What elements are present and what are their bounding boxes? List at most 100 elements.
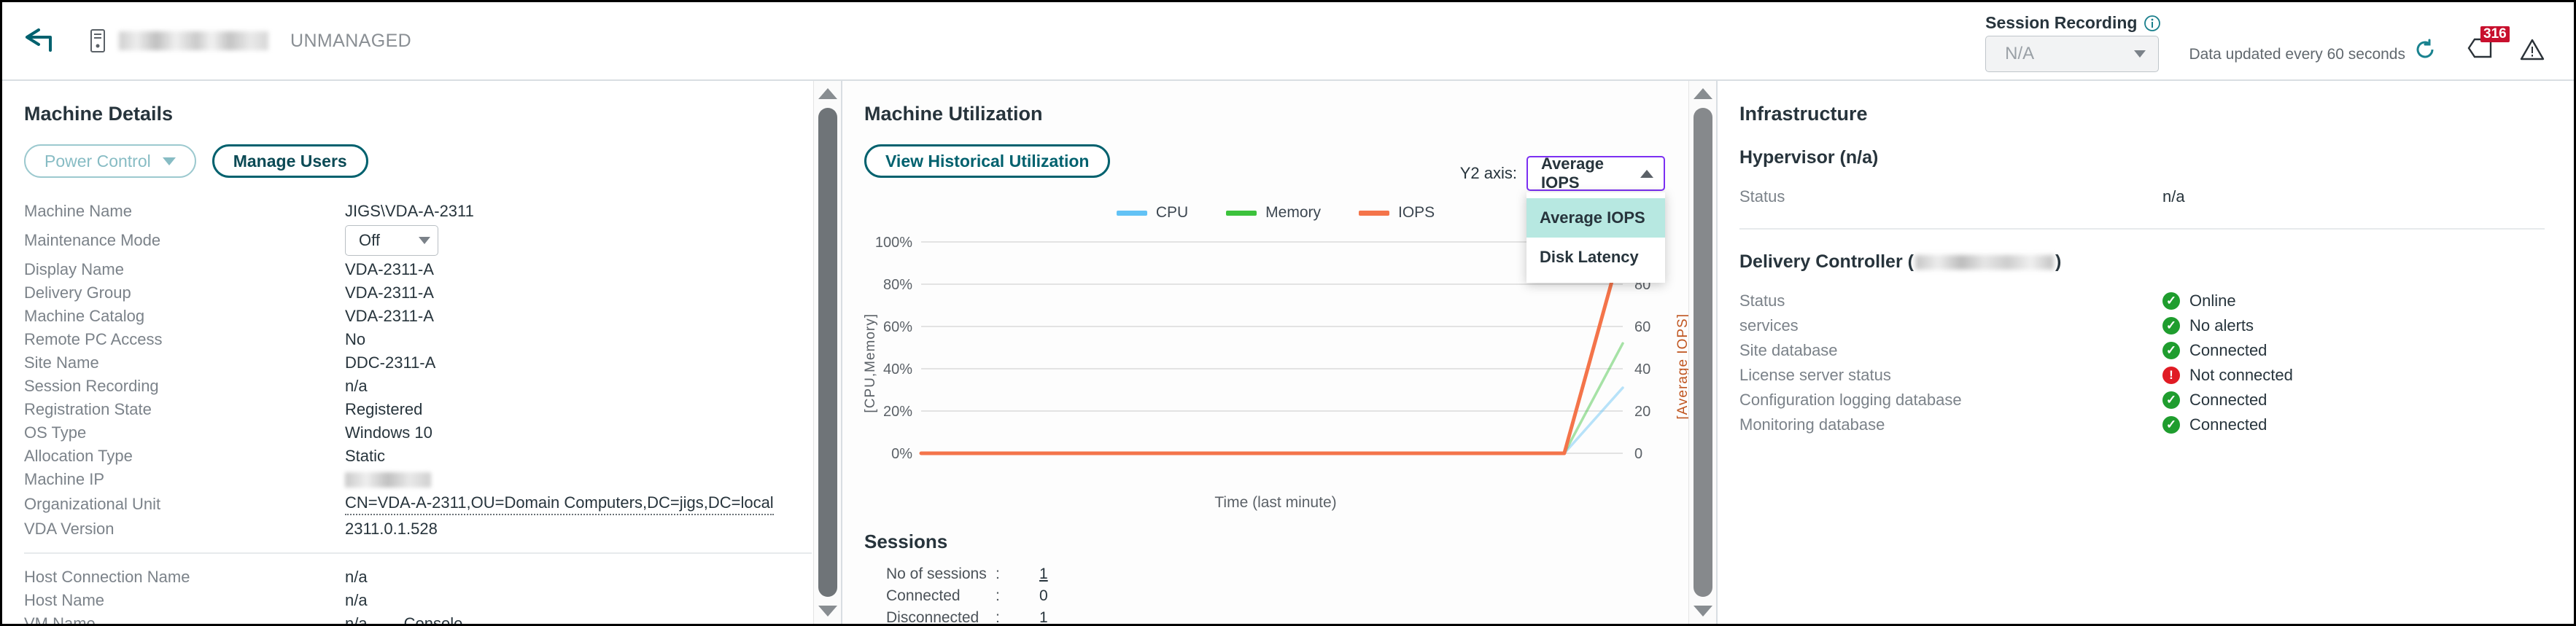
- session-value-link[interactable]: 1: [1039, 566, 1048, 583]
- session-value-link[interactable]: 1: [1039, 609, 1048, 624]
- alert-flag-icon[interactable]: 316: [2466, 35, 2495, 65]
- detail-key: Site Name: [24, 353, 345, 372]
- scroll-down-arrow-icon[interactable]: [818, 606, 837, 617]
- warning-triangle-icon[interactable]: [2520, 38, 2545, 65]
- infra-value: n/a: [2162, 187, 2185, 206]
- vm-name-value: n/a: [345, 614, 368, 624]
- maintenance-mode-select[interactable]: Off: [345, 225, 438, 256]
- scrollbar-thumb[interactable]: [818, 108, 837, 597]
- detail-value: n/a Console: [345, 614, 462, 624]
- session-recording-label-row: Session Recording: [1985, 13, 2161, 33]
- console-link[interactable]: Console: [404, 614, 463, 624]
- detail-key: Session Recording: [24, 377, 345, 396]
- detail-value: Static: [345, 447, 385, 466]
- legend-label-memory: Memory: [1265, 204, 1321, 222]
- detail-row-delivery-group: Delivery Group VDA-2311-A: [24, 281, 812, 305]
- infrastructure-title: Infrastructure: [1739, 103, 2545, 125]
- infra-key: Configuration logging database: [1739, 391, 2162, 410]
- machine-name-redacted: [119, 31, 268, 50]
- manage-users-button[interactable]: Manage Users: [212, 144, 368, 178]
- detail-key: Machine Name: [24, 202, 345, 221]
- back-arrow-icon[interactable]: [21, 21, 61, 60]
- legend-swatch-memory: [1226, 211, 1257, 216]
- detail-key: Allocation Type: [24, 447, 345, 466]
- infra-value: ✓ Connected: [2162, 341, 2267, 360]
- info-icon[interactable]: [2144, 15, 2161, 32]
- check-ok-icon: ✓: [2162, 317, 2180, 334]
- session-key: Disconnected: [864, 609, 996, 624]
- app-window: UNMANAGED Session Recording N/A: [0, 0, 2576, 626]
- detail-row-machine-name: Machine Name JIGS\VDA-A-2311: [24, 200, 812, 223]
- session-recording-value: N/A: [2005, 44, 2034, 64]
- top-bar: UNMANAGED Session Recording N/A: [2, 2, 2574, 81]
- infrastructure-content: Infrastructure Hypervisor (n/a) Status n…: [1718, 81, 2574, 624]
- panels-container: Machine Details Power Control Manage Use…: [2, 81, 2574, 624]
- machine-utilization-scrollbar[interactable]: [1688, 81, 1716, 624]
- svg-text:20%: 20%: [883, 404, 912, 420]
- refresh-icon[interactable]: [2413, 38, 2437, 65]
- detail-key: Display Name: [24, 260, 345, 279]
- power-control-button[interactable]: Power Control: [24, 144, 196, 178]
- session-row-disconnected: Disconnected : 1: [864, 607, 1687, 624]
- legend-item-memory[interactable]: Memory: [1226, 204, 1321, 222]
- dc-row-services: services ✓ No alerts: [1739, 313, 2545, 338]
- machine-utilization-panel: Machine Utilization View Historical Util…: [842, 81, 1718, 624]
- dc-row-status: Status ✓ Online: [1739, 289, 2545, 313]
- scroll-down-arrow-icon[interactable]: [1694, 606, 1712, 617]
- session-value: 0: [1039, 587, 1048, 605]
- scrollbar-thumb[interactable]: [1694, 108, 1712, 597]
- y2-option-average-iops[interactable]: Average IOPS: [1526, 198, 1665, 238]
- infra-value: ✓ Online: [2162, 292, 2236, 310]
- legend-swatch-iops: [1359, 211, 1389, 216]
- session-recording-select[interactable]: N/A: [1985, 36, 2159, 72]
- chevron-down-icon: [163, 157, 176, 165]
- detail-value: n/a: [345, 377, 368, 396]
- infra-value: ✓ Connected: [2162, 391, 2267, 410]
- machine-ip-redacted: [345, 472, 431, 488]
- section-divider: [1739, 228, 2545, 230]
- detail-value: VDA-2311-A: [345, 283, 434, 302]
- legend-label-iops: IOPS: [1398, 204, 1435, 222]
- infra-key: Status: [1739, 187, 2162, 206]
- detail-key: OS Type: [24, 423, 345, 442]
- check-ok-icon: ✓: [2162, 416, 2180, 434]
- delivery-controller-title: Delivery Controller ( ): [1739, 251, 2545, 273]
- legend-swatch-cpu: [1117, 211, 1147, 216]
- y2-option-disk-latency[interactable]: Disk Latency: [1526, 238, 1665, 277]
- scroll-up-arrow-icon[interactable]: [818, 88, 837, 99]
- detail-key: VDA Version: [24, 520, 345, 539]
- detail-row-session-recording: Session Recording n/a: [24, 375, 812, 398]
- detail-key: Host Name: [24, 591, 345, 610]
- organizational-unit-value[interactable]: CN=VDA-A-2311,OU=Domain Computers,DC=jig…: [345, 493, 774, 515]
- legend-item-cpu[interactable]: CPU: [1117, 204, 1188, 222]
- detail-value: Registered: [345, 400, 422, 419]
- session-recording-block: Session Recording N/A: [1985, 13, 2161, 72]
- manage-users-label: Manage Users: [233, 152, 347, 171]
- detail-value: JIGS\VDA-A-2311: [345, 202, 474, 221]
- check-ok-icon: ✓: [2162, 391, 2180, 409]
- scroll-up-arrow-icon[interactable]: [1694, 88, 1712, 99]
- machine-details-rows: Machine Name JIGS\VDA-A-2311 Maintenance…: [24, 200, 812, 624]
- detail-row-maintenance-mode: Maintenance Mode Off: [24, 223, 812, 258]
- y2-axis-selected-value: Average IOPS: [1541, 154, 1640, 192]
- infra-key: Monitoring database: [1739, 415, 2162, 434]
- svg-text:60: 60: [1634, 319, 1650, 335]
- session-recording-label: Session Recording: [1985, 13, 2137, 33]
- detail-value: Off: [345, 225, 438, 256]
- infra-value-text: Connected: [2189, 341, 2267, 360]
- session-key: Connected: [864, 587, 996, 605]
- y2-axis-select[interactable]: Average IOPS: [1526, 156, 1665, 191]
- chart-x-axis-label: Time (last minute): [864, 494, 1687, 512]
- dc-row-monitoring-database: Monitoring database ✓ Connected: [1739, 412, 2545, 437]
- machine-details-scrollbar[interactable]: [813, 81, 841, 624]
- top-bar-right-controls: Session Recording N/A Data updated every…: [1985, 2, 2574, 79]
- infrastructure-panel: Infrastructure Hypervisor (n/a) Status n…: [1718, 81, 2574, 624]
- detail-value: No: [345, 330, 365, 349]
- detail-value: 2311.0.1.528: [345, 520, 438, 539]
- power-control-label: Power Control: [44, 152, 151, 171]
- detail-value: [345, 472, 431, 488]
- detail-row-host-name: Host Name n/a: [24, 589, 812, 612]
- legend-item-iops[interactable]: IOPS: [1359, 204, 1435, 222]
- dc-row-license-server-status: License server status ! Not connected: [1739, 363, 2545, 388]
- infra-key: Site database: [1739, 341, 2162, 360]
